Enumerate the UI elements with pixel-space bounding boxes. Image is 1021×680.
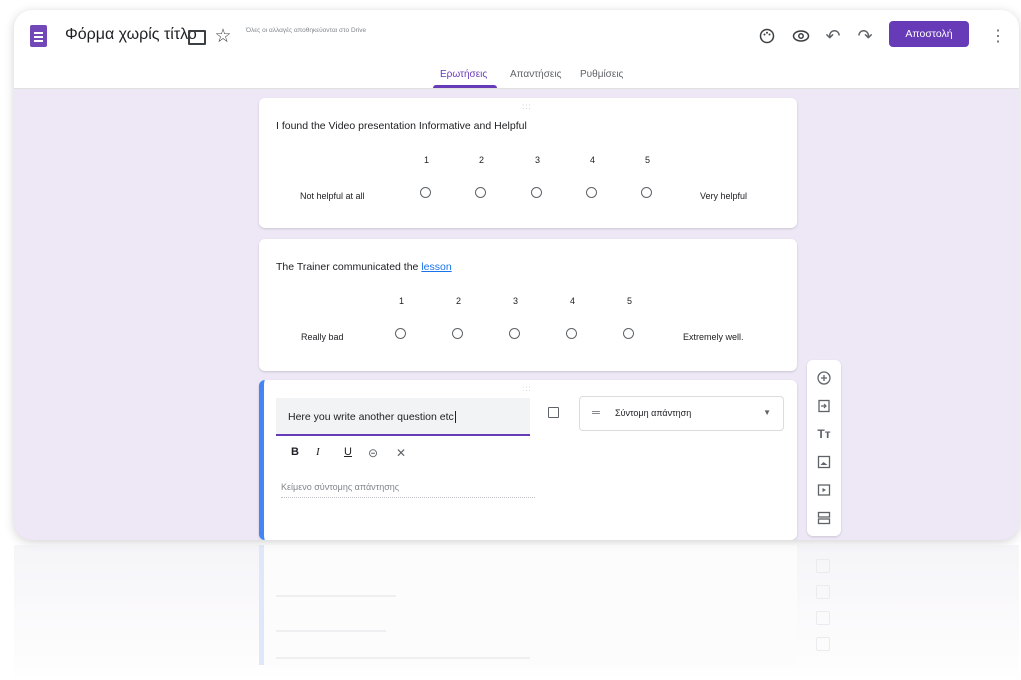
drag-handle[interactable]: ::: xyxy=(522,102,532,111)
high-label: Extremely well. xyxy=(683,332,744,342)
chevron-down-icon: ▼ xyxy=(763,408,771,417)
add-image-icon[interactable] xyxy=(816,454,832,470)
short-answer-placeholder: Κείμενο σύντομης απάντησης xyxy=(281,482,535,498)
question-title-text: The Trainer communicated the xyxy=(276,261,422,273)
add-section-icon[interactable] xyxy=(816,510,832,526)
scale-number: 2 xyxy=(479,155,485,165)
radio-option[interactable] xyxy=(475,187,486,198)
scale-number: 5 xyxy=(645,155,651,165)
radio-option[interactable] xyxy=(395,328,406,339)
add-title-icon[interactable]: Tт xyxy=(816,426,832,442)
reflection-line xyxy=(276,595,396,597)
drag-handle[interactable]: ::: xyxy=(522,384,532,393)
top-bar: Φόρμα χωρίς τίτλο ☆ Όλες οι αλλαγές αποθ… xyxy=(14,10,1019,89)
side-toolbar: Tт xyxy=(807,360,841,536)
question-type-label: Σύντομη απάντηση xyxy=(615,408,692,418)
import-questions-icon[interactable] xyxy=(816,398,832,414)
reflection-card xyxy=(259,545,797,665)
tab-responses[interactable]: Απαντήσεις xyxy=(510,69,561,80)
add-question-icon[interactable] xyxy=(816,370,832,386)
question-card-2[interactable]: The Trainer communicated the lesson 1 2 … xyxy=(259,239,797,371)
question-card-1[interactable]: ::: I found the Video presentation Infor… xyxy=(259,98,797,228)
reflection-line xyxy=(276,657,530,659)
app-window: Φόρμα χωρίς τίτλο ☆ Όλες οι αλλαγές αποθ… xyxy=(14,10,1019,540)
save-status: Όλες οι αλλαγές αποθηκεύονται στο Drive xyxy=(246,27,367,34)
link-icon[interactable]: ⊝ xyxy=(368,446,378,460)
redo-icon[interactable]: ↷ xyxy=(854,25,876,47)
lesson-link[interactable]: lesson xyxy=(421,261,451,273)
radio-option[interactable] xyxy=(623,328,634,339)
reflection-background xyxy=(14,545,1019,680)
high-label: Very helpful xyxy=(700,191,748,201)
radio-option[interactable] xyxy=(509,328,520,339)
scale-number: 3 xyxy=(535,155,541,165)
preview-icon[interactable] xyxy=(790,25,812,47)
text-cursor xyxy=(454,411,456,424)
scale-number: 1 xyxy=(424,155,430,165)
reflection-tool xyxy=(816,637,830,651)
low-label: Really bad xyxy=(301,332,344,342)
question-type-select[interactable]: ═ Σύντομη απάντηση ▼ xyxy=(579,396,784,431)
radio-option[interactable] xyxy=(566,328,577,339)
short-answer-icon: ═ xyxy=(592,407,600,419)
radio-option[interactable] xyxy=(420,187,431,198)
document-title[interactable]: Φόρμα χωρίς τίτλο xyxy=(65,26,197,44)
reflection-line xyxy=(276,630,386,632)
radio-option[interactable] xyxy=(641,187,652,198)
reflection-tool xyxy=(816,559,830,573)
clear-format-icon[interactable]: ✕ xyxy=(396,446,406,460)
reflection-tool xyxy=(816,585,830,599)
radio-option[interactable] xyxy=(531,187,542,198)
underline-button[interactable]: U xyxy=(344,446,352,458)
undo-icon[interactable]: ↶ xyxy=(822,25,844,47)
window-reflection xyxy=(14,545,1019,680)
radio-option[interactable] xyxy=(586,187,597,198)
scale-number: 1 xyxy=(399,296,405,306)
low-label: Not helpful at all xyxy=(300,191,365,201)
question-card-editing[interactable]: ::: Here you write another question etc … xyxy=(259,380,797,540)
question-title-input[interactable]: Here you write another question etc xyxy=(276,398,530,436)
palette-icon[interactable] xyxy=(756,25,778,47)
folder-icon[interactable] xyxy=(186,26,208,48)
star-icon[interactable]: ☆ xyxy=(212,25,234,47)
send-button[interactable]: Αποστολή xyxy=(889,21,969,47)
scale-number: 5 xyxy=(627,296,633,306)
tab-questions[interactable]: Ερωτήσεις xyxy=(440,69,487,80)
forms-app-icon[interactable] xyxy=(30,25,47,47)
scale-number: 2 xyxy=(456,296,462,306)
more-icon[interactable]: ⋮ xyxy=(987,25,1009,47)
form-tabs: Ερωτήσεις Απαντήσεις Ρυθμίσεις xyxy=(14,65,1019,88)
bold-button[interactable]: B xyxy=(291,446,299,458)
reflection-tool xyxy=(816,611,830,625)
question-title: The Trainer communicated the lesson xyxy=(276,261,452,273)
active-tab-indicator xyxy=(433,85,497,88)
image-icon[interactable] xyxy=(548,407,559,418)
italic-button[interactable]: I xyxy=(316,446,320,458)
scale-number: 4 xyxy=(570,296,576,306)
scale-number: 4 xyxy=(590,155,596,165)
radio-option[interactable] xyxy=(452,328,463,339)
tab-settings[interactable]: Ρυθμίσεις xyxy=(580,69,623,80)
question-title: I found the Video presentation Informati… xyxy=(276,120,527,132)
question-title-text: Here you write another question etc xyxy=(288,411,454,423)
scale-number: 3 xyxy=(513,296,519,306)
add-video-icon[interactable] xyxy=(816,482,832,498)
